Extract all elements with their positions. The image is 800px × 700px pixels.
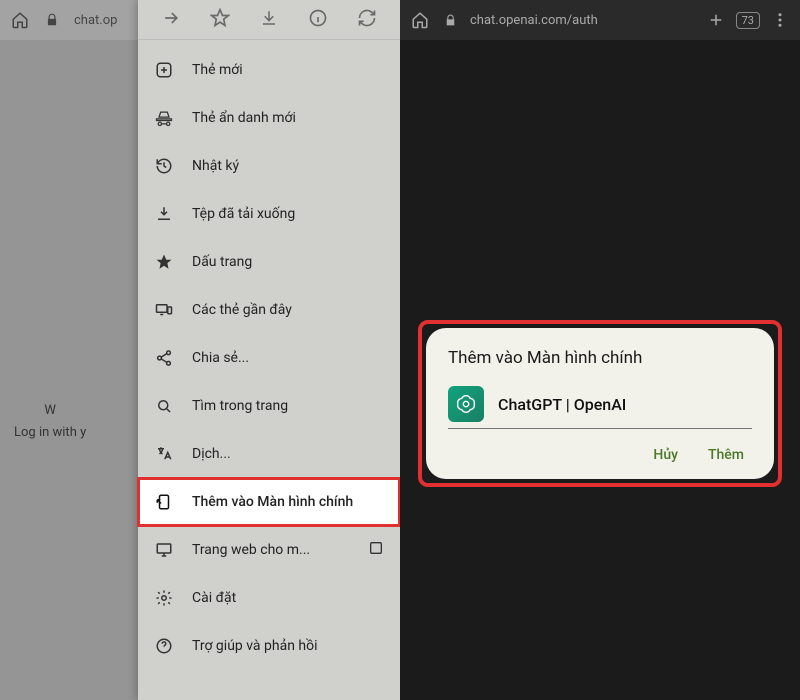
download-icon[interactable] [260,9,278,31]
menu-item-desktop-site[interactable]: Trang web cho m... [138,526,400,574]
search-page-icon [154,396,174,416]
tab-count-badge[interactable]: 73 [736,12,760,29]
menu-label: Tìm trong trang [192,398,288,414]
menu-toolbar [138,0,400,40]
url-text-right[interactable]: chat.openai.com/auth [470,13,696,28]
share-icon [154,348,174,368]
menu-label: Thẻ ẩn danh mới [192,110,296,126]
incognito-icon [154,108,174,128]
menu-item-incognito[interactable]: Thẻ ẩn danh mới [138,94,400,142]
menu-items-list: Thẻ mới Thẻ ẩn danh mới Nhật ký Tệp đã t… [138,40,400,670]
translate-icon [154,444,174,464]
menu-label: Các thẻ gần đây [192,302,292,318]
download-line-icon [154,204,174,224]
menu-label: Thêm vào Màn hình chính [192,494,353,510]
plus-box-icon [154,60,174,80]
menu-label: Tệp đã tải xuống [192,206,295,222]
new-tab-plus-icon[interactable] [706,10,726,30]
left-screenshot: chat.op W Log in with y Thẻ mới Thẻ ẩn d… [0,0,400,700]
menu-label: Dịch... [192,446,231,462]
forward-icon[interactable] [161,8,181,32]
menu-item-settings[interactable]: Cài đặt [138,574,400,622]
reload-icon[interactable] [357,8,377,32]
confirm-button[interactable]: Thêm [708,447,744,463]
kebab-menu-icon[interactable] [770,10,790,30]
menu-label: Cài đặt [192,590,236,606]
lock-icon [440,10,460,30]
history-icon [154,156,174,176]
welcome-initial: W [14,400,86,422]
dialog-app-name[interactable]: ChatGPT | OpenAI [498,395,626,414]
dialog-highlight-wrap: Thêm vào Màn hình chính ChatGPT | OpenAI… [418,320,782,487]
chatgpt-app-icon [448,386,484,422]
gear-icon [154,588,174,608]
menu-label: Trợ giúp và phản hồi [192,638,318,654]
add-home-icon [154,492,174,512]
devices-icon [154,300,174,320]
browser-menu: Thẻ mới Thẻ ẩn danh mới Nhật ký Tệp đã t… [138,0,400,700]
menu-item-history[interactable]: Nhật ký [138,142,400,190]
help-icon [154,636,174,656]
menu-item-find[interactable]: Tìm trong trang [138,382,400,430]
info-icon[interactable] [308,8,328,32]
add-to-home-dialog: Thêm vào Màn hình chính ChatGPT | OpenAI… [426,328,774,479]
dialog-app-row: ChatGPT | OpenAI [448,386,752,429]
menu-label: Trang web cho m... [192,542,310,558]
bookmark-star-icon[interactable] [210,8,230,32]
star-icon [154,252,174,272]
dialog-actions: Hủy Thêm [448,439,752,465]
address-bar-right: chat.openai.com/auth 73 [400,0,800,40]
menu-label: Nhật ký [192,158,239,174]
menu-item-new-tab[interactable]: Thẻ mới [138,46,400,94]
menu-label: Chia sẻ... [192,350,249,366]
menu-label: Dấu trang [192,254,252,270]
dim-overlay [0,0,138,700]
page-content-peek: W Log in with y [14,400,86,444]
desktop-icon [154,540,174,560]
menu-item-recent-tabs[interactable]: Các thẻ gần đây [138,286,400,334]
menu-item-translate[interactable]: Dịch... [138,430,400,478]
menu-label: Thẻ mới [192,62,243,78]
menu-item-share[interactable]: Chia sẻ... [138,334,400,382]
cancel-button[interactable]: Hủy [653,447,678,463]
desktop-site-checkbox[interactable] [368,540,384,560]
menu-item-downloads[interactable]: Tệp đã tải xuống [138,190,400,238]
menu-item-add-to-home[interactable]: Thêm vào Màn hình chính [138,478,400,526]
menu-item-bookmarks[interactable]: Dấu trang [138,238,400,286]
dialog-title: Thêm vào Màn hình chính [448,348,752,368]
menu-item-help[interactable]: Trợ giúp và phản hồi [138,622,400,670]
right-screenshot: chat.openai.com/auth 73 Thêm vào Màn hìn… [400,0,800,700]
login-text: Log in with y [14,422,86,444]
home-icon[interactable] [410,10,430,30]
